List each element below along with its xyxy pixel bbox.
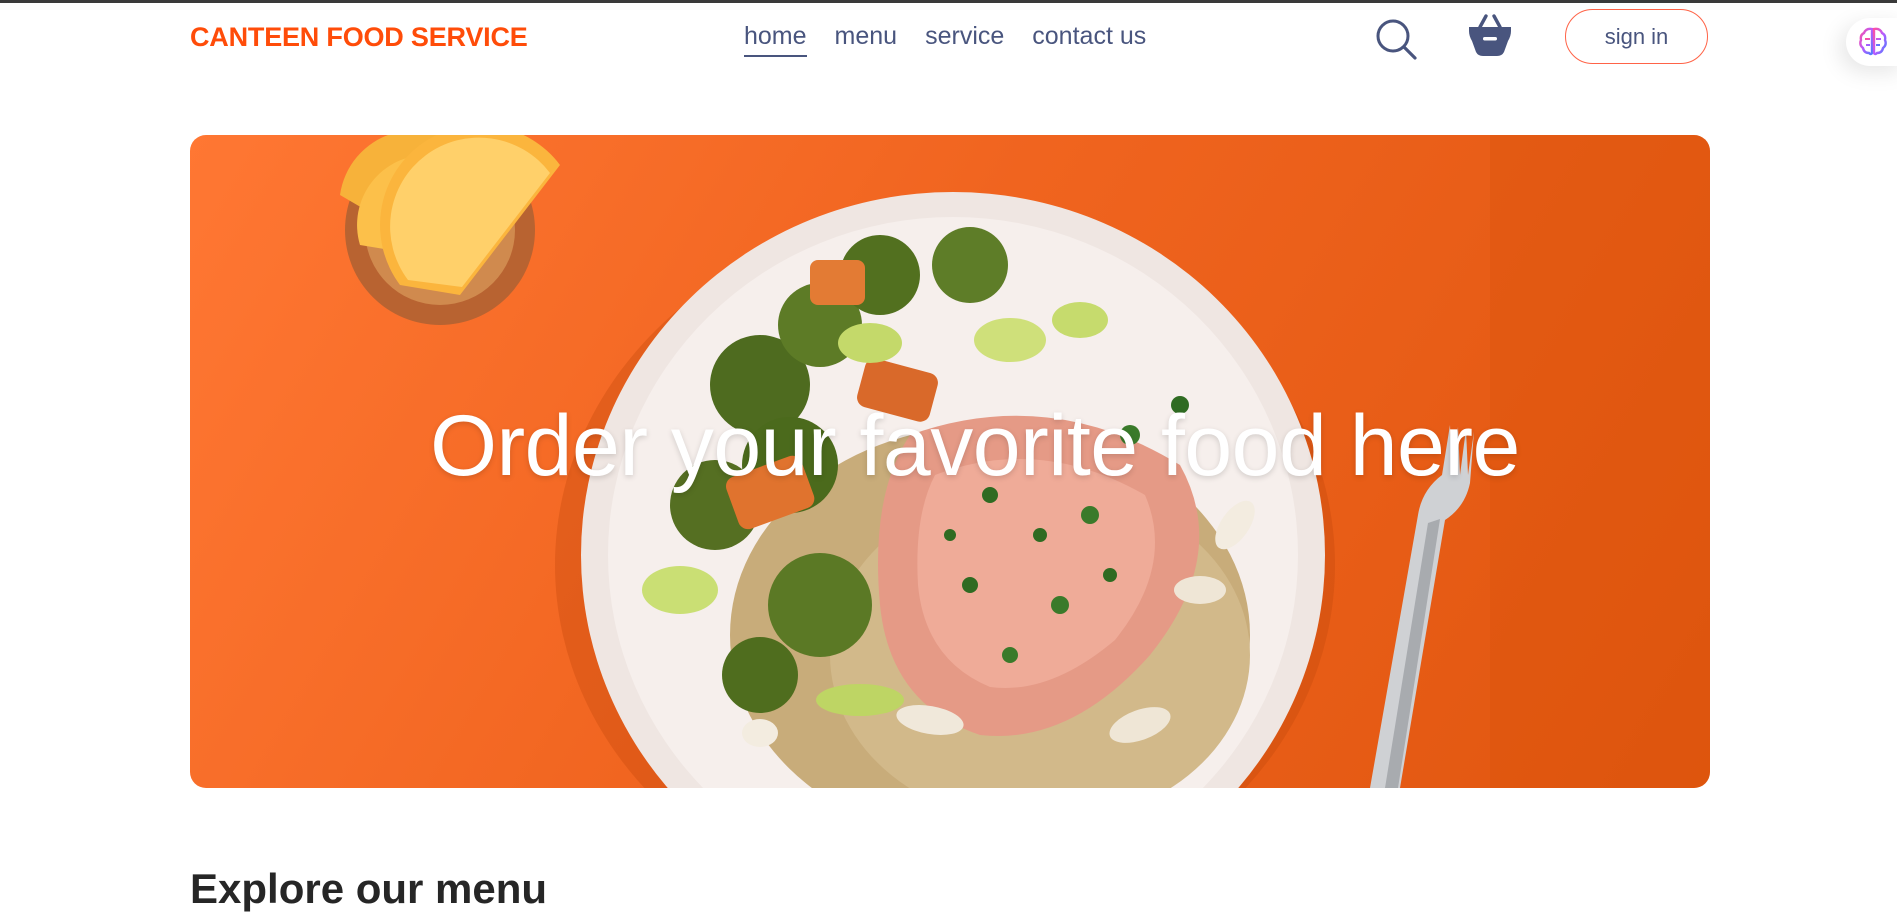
search-icon[interactable] xyxy=(1373,16,1419,62)
sign-in-button[interactable]: sign in xyxy=(1565,9,1708,64)
nav-item-home[interactable]: home xyxy=(744,22,807,57)
explore-menu-heading: Explore our menu xyxy=(190,864,548,912)
nav-item-menu[interactable]: menu xyxy=(835,22,898,57)
basket-icon[interactable] xyxy=(1466,12,1514,58)
nav-item-service[interactable]: service xyxy=(925,22,1004,57)
window-top-border xyxy=(0,0,1897,3)
main-nav: home menu service contact us xyxy=(744,22,1146,57)
hero-title: Order your favorite food here xyxy=(430,398,1520,494)
brand-logo[interactable]: CANTEEN FOOD SERVICE xyxy=(190,22,528,53)
hero-banner: Order your favorite food here xyxy=(190,135,1710,788)
nav-item-contact[interactable]: contact us xyxy=(1032,22,1146,57)
brain-icon[interactable] xyxy=(1859,26,1887,56)
